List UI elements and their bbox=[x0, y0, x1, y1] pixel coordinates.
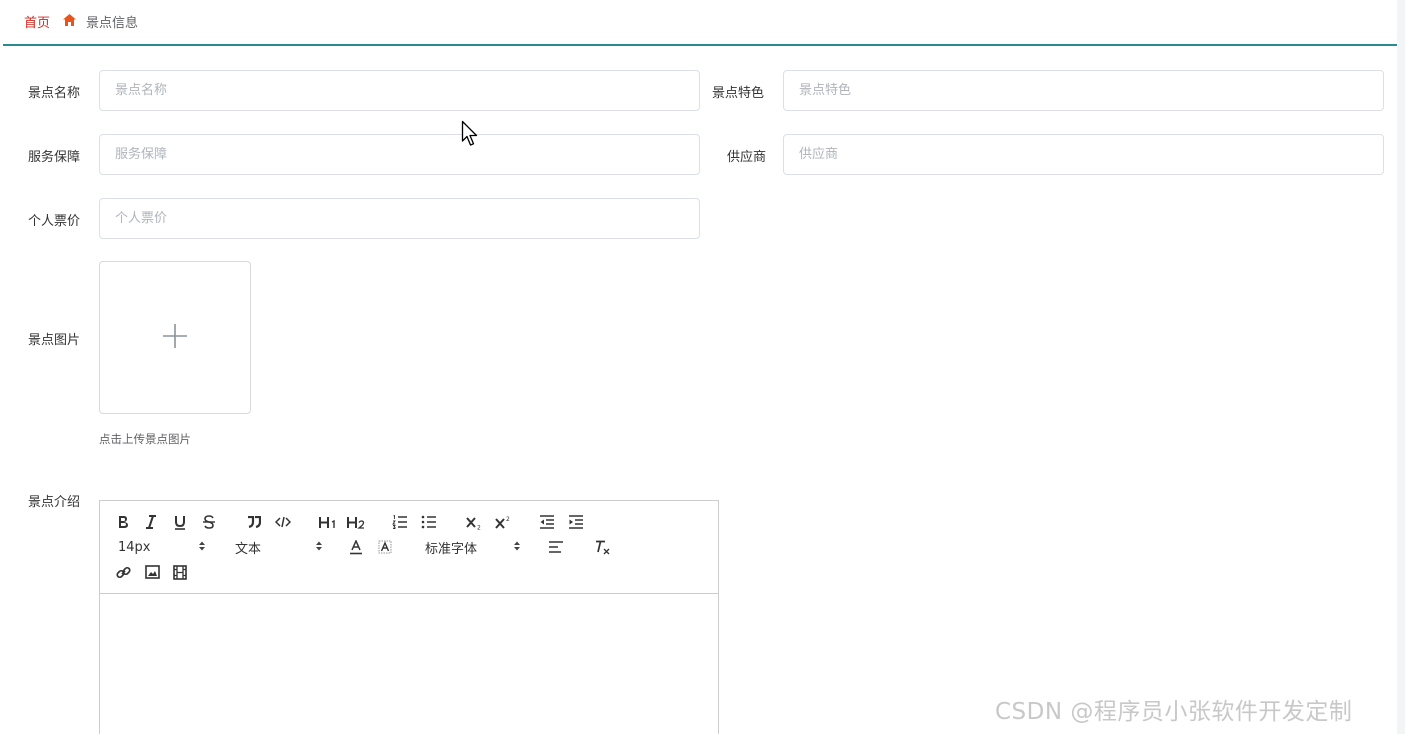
feature-label: 景点特色 bbox=[712, 86, 765, 101]
breadcrumb-home[interactable]: 首页 bbox=[24, 12, 50, 31]
svg-text:2: 2 bbox=[477, 524, 481, 530]
h1-button[interactable] bbox=[317, 513, 339, 531]
header-divider bbox=[3, 44, 1397, 46]
service-input[interactable] bbox=[99, 134, 700, 175]
blockquote-button[interactable] bbox=[245, 513, 263, 531]
select-arrows-icon bbox=[198, 540, 206, 556]
link-button[interactable] bbox=[114, 563, 132, 581]
mouse-cursor-icon bbox=[461, 120, 479, 152]
italic-button[interactable] bbox=[142, 513, 160, 531]
code-block-button[interactable] bbox=[274, 513, 292, 531]
header-value: 文本 bbox=[235, 541, 262, 557]
supplier-input[interactable] bbox=[783, 134, 1384, 175]
editor-toolbar: 2 2 14px 文本 标准字体 bbox=[100, 501, 718, 594]
supplier-label: 供应商 bbox=[727, 150, 767, 165]
ordered-list-button[interactable] bbox=[391, 513, 409, 531]
price-input[interactable] bbox=[99, 198, 700, 239]
subscript-button[interactable]: 2 bbox=[464, 513, 484, 531]
font-family-select[interactable]: 标准字体 bbox=[425, 538, 521, 557]
bold-button[interactable] bbox=[114, 513, 132, 531]
image-label: 景点图片 bbox=[28, 333, 81, 348]
editor-content-area[interactable] bbox=[100, 594, 718, 734]
service-label: 服务保障 bbox=[28, 150, 81, 165]
superscript-button[interactable]: 2 bbox=[493, 513, 513, 531]
name-input[interactable] bbox=[99, 70, 700, 111]
name-label: 景点名称 bbox=[28, 86, 81, 101]
font-size-select[interactable]: 14px bbox=[118, 538, 206, 556]
intro-label: 景点介绍 bbox=[28, 495, 81, 510]
background-color-button[interactable] bbox=[376, 538, 394, 556]
h2-button[interactable] bbox=[345, 513, 367, 531]
strike-button[interactable] bbox=[200, 513, 218, 531]
underline-button[interactable] bbox=[171, 513, 189, 531]
select-arrows-icon bbox=[315, 540, 323, 556]
svg-text:2: 2 bbox=[506, 516, 510, 523]
breadcrumb: 首页 景点信息 bbox=[24, 10, 138, 32]
rich-text-editor: 2 2 14px 文本 标准字体 bbox=[99, 500, 719, 734]
feature-input[interactable] bbox=[783, 70, 1384, 111]
font-size-value: 14px bbox=[118, 539, 151, 555]
watermark: CSDN @程序员小张软件开发定制 bbox=[995, 699, 1353, 725]
scroll-track bbox=[1397, 0, 1405, 734]
price-label: 个人票价 bbox=[28, 214, 81, 229]
upload-tip: 点击上传景点图片 bbox=[99, 432, 191, 446]
video-insert-button[interactable] bbox=[171, 563, 189, 581]
font-family-value: 标准字体 bbox=[425, 541, 478, 557]
outdent-button[interactable] bbox=[538, 513, 556, 531]
image-upload-button[interactable] bbox=[99, 261, 251, 414]
breadcrumb-current: 景点信息 bbox=[86, 15, 139, 31]
bullet-list-button[interactable] bbox=[420, 513, 438, 531]
text-color-button[interactable] bbox=[347, 538, 365, 556]
indent-button[interactable] bbox=[567, 513, 585, 531]
image-insert-button[interactable] bbox=[143, 563, 161, 581]
home-icon bbox=[63, 14, 77, 28]
clear-format-button[interactable] bbox=[593, 538, 611, 556]
header-select[interactable]: 文本 bbox=[235, 538, 323, 557]
align-button[interactable] bbox=[547, 538, 565, 556]
select-arrows-icon bbox=[513, 540, 521, 556]
plus-icon bbox=[162, 323, 188, 353]
